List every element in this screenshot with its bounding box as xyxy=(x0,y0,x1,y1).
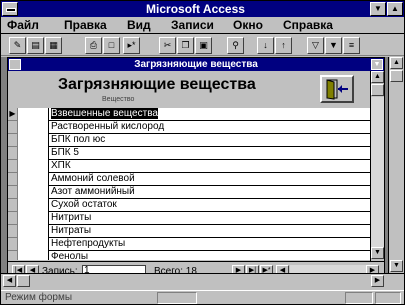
record-selector[interactable] xyxy=(8,186,18,199)
menu-view[interactable]: Вид xyxy=(127,18,151,32)
substance-field[interactable]: Нитраты xyxy=(48,225,370,238)
record-selector[interactable] xyxy=(8,238,18,251)
datasheet-view-icon[interactable]: ▦ xyxy=(45,37,62,54)
form-window-title: Загрязняющие вещества xyxy=(134,59,258,70)
workspace-vertical-scrollbar[interactable]: ▲ ▼ xyxy=(388,57,404,273)
record-selector[interactable] xyxy=(8,147,18,160)
menu-edit[interactable]: Правка xyxy=(64,18,107,32)
workspace-scroll-thumb[interactable] xyxy=(390,70,403,82)
form-header: Загрязняющие вещества Вещество xyxy=(8,71,370,107)
sort-ascending-icon[interactable]: ↓ xyxy=(257,37,274,54)
workspace-scroll-right-icon[interactable]: ▶ xyxy=(371,275,384,287)
list-item[interactable]: БПК пол юс xyxy=(8,134,370,147)
substance-field[interactable]: Азот аммонийный xyxy=(48,186,370,199)
status-panel xyxy=(375,292,401,304)
status-panel xyxy=(157,292,197,304)
record-selector[interactable] xyxy=(8,134,18,147)
design-view-icon[interactable]: ✎ xyxy=(9,37,26,54)
substance-field[interactable]: Нефтепродукты xyxy=(48,238,370,251)
sort-descending-icon[interactable]: ↑ xyxy=(275,37,292,54)
list-item[interactable]: Нитриты xyxy=(8,212,370,225)
field-caption: Вещество xyxy=(102,96,135,103)
close-form-button[interactable] xyxy=(320,75,354,103)
substance-field[interactable]: Растворенный кислород xyxy=(48,121,370,134)
record-selector[interactable] xyxy=(8,251,18,260)
record-selector[interactable] xyxy=(8,212,18,225)
scroll-down-icon[interactable]: ▼ xyxy=(371,247,384,259)
record-selector[interactable] xyxy=(8,199,18,212)
status-text: Режим формы xyxy=(5,292,73,303)
menu-file[interactable]: Файл xyxy=(7,18,39,32)
record-selector[interactable] xyxy=(8,173,18,186)
substance-field[interactable]: Взвешенные вещества xyxy=(48,108,370,121)
workspace-scroll-down-icon[interactable]: ▼ xyxy=(390,260,403,272)
substance-field[interactable]: БПК пол юс xyxy=(48,134,370,147)
apply-filter-icon[interactable]: ▼ xyxy=(325,37,342,54)
access-window: Microsoft Access ▼ ▲ Файл Правка Вид Зап… xyxy=(0,0,405,305)
minimize-icon[interactable]: ▼ xyxy=(370,2,386,16)
list-item[interactable]: Нитраты xyxy=(8,225,370,238)
paste-icon[interactable]: ▣ xyxy=(195,37,212,54)
workspace-scroll-left-icon[interactable]: ◀ xyxy=(3,275,16,287)
toolbar: ✎ ▤ ▦ ⎙ □ ▸* ✂ ❐ ▣ ⚲ ↓ ↑ ▽ ▼ ≡ xyxy=(1,35,404,56)
print-preview-icon[interactable]: □ xyxy=(103,37,120,54)
remove-filter-icon[interactable]: ≡ xyxy=(343,37,360,54)
form-vertical-scrollbar[interactable]: ▲ ▼ xyxy=(370,71,384,261)
list-item[interactable]: Азот аммонийный xyxy=(8,186,370,199)
scroll-up-icon[interactable]: ▲ xyxy=(371,71,384,83)
records-list: ▶ Взвешенные вещества Растворенный кисло… xyxy=(8,108,370,260)
copy-icon[interactable]: ❐ xyxy=(177,37,194,54)
substance-field[interactable]: ХПК xyxy=(48,160,370,173)
menu-bar: Файл Правка Вид Записи Окно Справка xyxy=(1,17,404,34)
menu-window[interactable]: Окно xyxy=(233,18,263,32)
system-menu-icon[interactable] xyxy=(2,2,18,16)
find-icon[interactable]: ⚲ xyxy=(227,37,244,54)
scroll-thumb[interactable] xyxy=(371,84,384,96)
print-icon[interactable]: ⎙ xyxy=(85,37,102,54)
form-minimize-icon[interactable]: ▼ xyxy=(371,59,383,70)
title-bar[interactable]: Microsoft Access ▼ ▲ xyxy=(1,1,404,17)
exit-door-icon xyxy=(326,79,348,100)
record-selector[interactable] xyxy=(8,121,18,134)
record-selector[interactable] xyxy=(8,225,18,238)
form-window: Загрязняющие вещества ▼ Загрязняющие вещ… xyxy=(7,57,385,281)
workspace-hscroll-thumb[interactable] xyxy=(17,275,30,287)
workspace-horizontal-scrollbar[interactable]: ◀ ▶ xyxy=(1,273,404,289)
form-system-menu-icon[interactable] xyxy=(9,59,21,70)
cut-icon[interactable]: ✂ xyxy=(159,37,176,54)
form-heading: Загрязняющие вещества xyxy=(58,76,256,93)
filter-by-form-icon[interactable]: ▽ xyxy=(307,37,324,54)
form-title-bar[interactable]: Загрязняющие вещества ▼ xyxy=(8,58,384,71)
substance-field[interactable]: БПК 5 xyxy=(48,147,370,160)
list-item[interactable]: ХПК xyxy=(8,160,370,173)
substance-field[interactable]: Аммоний солевой xyxy=(48,173,370,186)
new-record-icon[interactable]: ▸* xyxy=(123,37,140,54)
list-item[interactable]: Нефтепродукты xyxy=(8,238,370,251)
record-selector-current[interactable]: ▶ xyxy=(8,108,18,121)
substance-field[interactable]: Нитриты xyxy=(48,212,370,225)
menu-help[interactable]: Справка xyxy=(283,18,333,32)
list-item[interactable]: Фенолы xyxy=(8,251,370,260)
scroll-track[interactable] xyxy=(371,97,384,247)
list-item[interactable]: Сухой остаток xyxy=(8,199,370,212)
menu-records[interactable]: Записи xyxy=(171,18,214,32)
list-item[interactable]: ▶ Взвешенные вещества xyxy=(8,108,370,121)
status-panel xyxy=(345,292,373,304)
record-selector[interactable] xyxy=(8,160,18,173)
form-view-icon[interactable]: ▤ xyxy=(27,37,44,54)
maximize-icon[interactable]: ▲ xyxy=(387,2,403,16)
list-item[interactable]: БПК 5 xyxy=(8,147,370,160)
window-title: Microsoft Access xyxy=(146,2,245,16)
list-item[interactable]: Растворенный кислород xyxy=(8,121,370,134)
workspace-scroll-up-icon[interactable]: ▲ xyxy=(390,57,403,69)
mdi-workspace: Загрязняющие вещества ▼ Загрязняющие вещ… xyxy=(1,57,404,289)
list-item[interactable]: Аммоний солевой xyxy=(8,173,370,186)
status-bar: Режим формы xyxy=(1,290,404,304)
substance-field[interactable]: Сухой остаток xyxy=(48,199,370,212)
substance-field[interactable]: Фенолы xyxy=(48,251,370,260)
